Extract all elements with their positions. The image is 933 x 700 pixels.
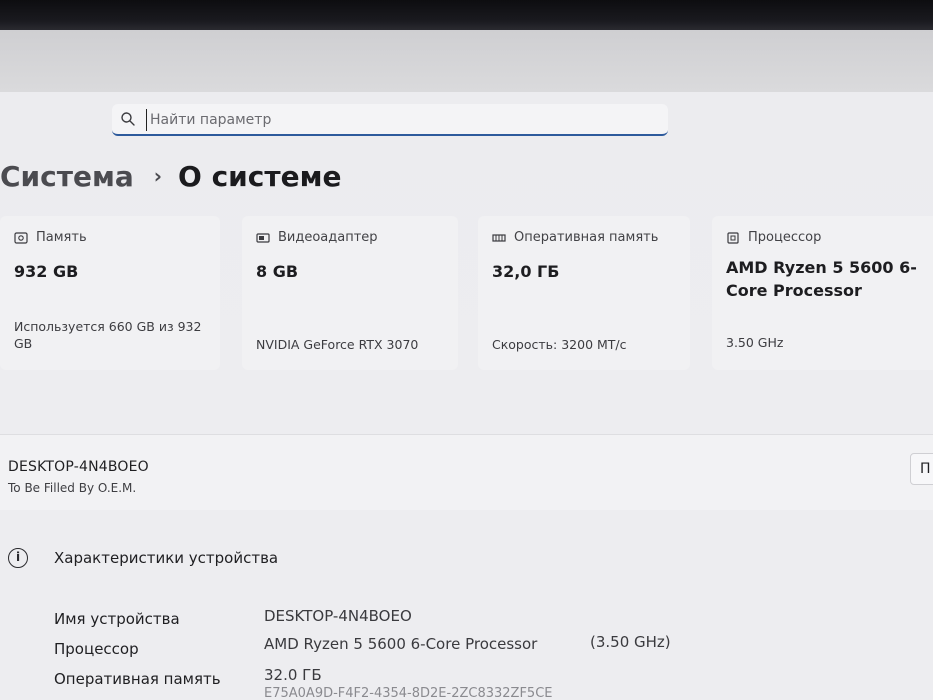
ram-icon [492, 233, 506, 242]
spec-extra-processor-speed: (3.50 GHz) [590, 633, 671, 651]
specs-header[interactable]: i Характеристики устройства [0, 540, 933, 576]
chevron-right-icon: › [153, 164, 163, 188]
spec-value-processor: AMD Ryzen 5 5600 6-Core Processor [264, 635, 538, 653]
gpu-card-detail: NVIDIA GeForce RTX 3070 [256, 337, 419, 352]
gpu-card[interactable]: Видеоадаптер 8 GB NVIDIA GeForce RTX 307… [242, 216, 458, 370]
storage-card-detail: Используется 660 GB из 932 GB [14, 319, 202, 351]
window-titlebar [0, 30, 933, 93]
spec-label-ram: Оперативная память [54, 670, 221, 688]
breadcrumb-parent-link[interactable]: Система [0, 160, 134, 193]
gpu-card-header: Видеоадаптер [256, 230, 378, 245]
page-title: О системе [178, 159, 342, 193]
cpu-card[interactable]: Процессор AMD Ryzen 5 5600 6-Core Proces… [712, 216, 933, 370]
ram-card[interactable]: Оперативная память 32,0 ГБ Скорость: 320… [478, 216, 690, 370]
cpu-card-value: AMD Ryzen 5 5600 6-Core Processor [726, 258, 917, 300]
device-id-value-partial: E75A0A9D-F4F2-4354-8D2E-2ZC8332ZF5CE [264, 686, 553, 700]
specs-title: Характеристики устройства [54, 549, 279, 567]
cpu-card-detail: 3.50 GHz [726, 335, 784, 350]
storage-card-value: 932 GB [14, 262, 79, 281]
rename-pc-button[interactable]: П [910, 453, 933, 485]
spec-label-processor: Процессор [54, 640, 139, 658]
gpu-card-title: Видеоадаптер [278, 230, 378, 245]
device-name: DESKTOP-4N4BOEO [8, 459, 149, 475]
device-model: To Be Filled By O.E.M. [8, 481, 137, 495]
spec-label-device-name: Имя устройства [54, 610, 180, 628]
ram-card-title: Оперативная память [514, 230, 659, 245]
search-input[interactable] [146, 109, 652, 131]
spec-value-device-name: DESKTOP-4N4BOEO [264, 607, 412, 625]
ram-card-value: 32,0 ГБ [492, 262, 560, 281]
gpu-card-value: 8 GB [256, 262, 299, 281]
search-box[interactable] [112, 104, 668, 136]
storage-card-header: Память [14, 230, 87, 245]
breadcrumb: Система › О системе [0, 154, 341, 198]
spec-value-ram: 32.0 ГБ [264, 666, 322, 684]
storage-icon [14, 231, 28, 244]
device-specifications-section: i Характеристики устройства Имя устройст… [0, 510, 933, 700]
cpu-icon [727, 231, 739, 244]
cpu-card-title: Процессор [748, 230, 822, 245]
ram-card-detail: Скорость: 3200 МТ/с [492, 337, 627, 352]
cpu-card-header: Процессор [726, 230, 821, 245]
storage-card[interactable]: Память 932 GB Используется 660 GB из 932… [0, 216, 220, 370]
info-icon: i [8, 548, 28, 568]
storage-card-title: Память [36, 230, 87, 245]
ram-card-header: Оперативная память [492, 230, 658, 245]
screen-bezel [0, 0, 933, 30]
search-icon [121, 112, 135, 126]
device-name-row: DESKTOP-4N4BOEO To Be Filled By O.E.M. П [0, 434, 933, 512]
gpu-icon [256, 232, 270, 243]
